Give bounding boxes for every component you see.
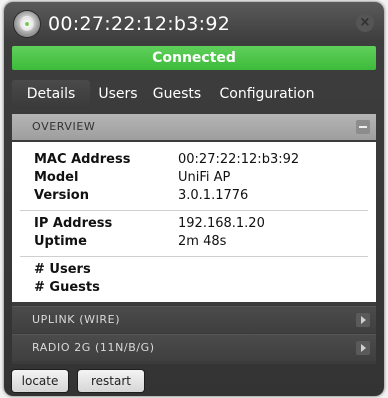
info-key: # Guests: [34, 280, 100, 295]
status-led: [25, 22, 29, 26]
info-value: 192.168.1.20: [178, 216, 265, 231]
chevron-right-icon[interactable]: [356, 313, 370, 327]
overview-section-header[interactable]: OVERVIEW: [12, 114, 376, 140]
divider: [20, 210, 368, 211]
tab-users[interactable]: Users: [90, 80, 146, 108]
radio-section-label: RADIO 2G (11N/B/G): [32, 341, 155, 354]
info-key: MAC Address: [34, 152, 131, 167]
radio-section-header[interactable]: RADIO 2G (11N/B/G): [12, 334, 376, 361]
chevron-right-icon[interactable]: [356, 341, 370, 355]
info-value: 3.0.1.1776: [178, 188, 249, 203]
info-key: Uptime: [34, 234, 87, 249]
uplink-section-header[interactable]: UPLINK (WIRE): [12, 306, 376, 333]
close-icon[interactable]: ×: [356, 14, 374, 32]
tab-details[interactable]: Details: [12, 80, 90, 108]
info-key: IP Address: [34, 216, 113, 231]
info-key: Version: [34, 188, 89, 203]
access-point-icon: [14, 11, 40, 37]
divider: [20, 256, 368, 257]
info-key: Model: [34, 170, 79, 185]
locate-button[interactable]: locate: [12, 370, 68, 392]
uplink-section-label: UPLINK (WIRE): [32, 313, 121, 326]
tab-guests[interactable]: Guests: [146, 80, 208, 108]
overview-section-label: OVERVIEW: [32, 120, 96, 133]
tab-configuration[interactable]: Configuration: [208, 80, 326, 108]
window-title: 00:27:22:12:b3:92: [48, 13, 231, 35]
details-panel: OVERVIEW MAC Address 00:27:22:12:b3:92 M…: [12, 108, 376, 364]
device-window: 00:27:22:12:b3:92 × Connected Details Us…: [4, 2, 384, 396]
status-badge: Connected: [12, 46, 376, 70]
tab-bar: Details Users Guests Configuration: [12, 80, 376, 108]
info-key: # Users: [34, 262, 91, 277]
restart-button[interactable]: restart: [78, 370, 144, 392]
minus-icon[interactable]: [356, 120, 370, 134]
title-bar: 00:27:22:12:b3:92 ×: [4, 2, 384, 46]
info-value: UniFi AP: [178, 170, 231, 185]
overview-content: MAC Address 00:27:22:12:b3:92 Model UniF…: [12, 142, 376, 302]
info-value: 2m 48s: [178, 234, 227, 249]
info-value: 00:27:22:12:b3:92: [178, 152, 300, 167]
